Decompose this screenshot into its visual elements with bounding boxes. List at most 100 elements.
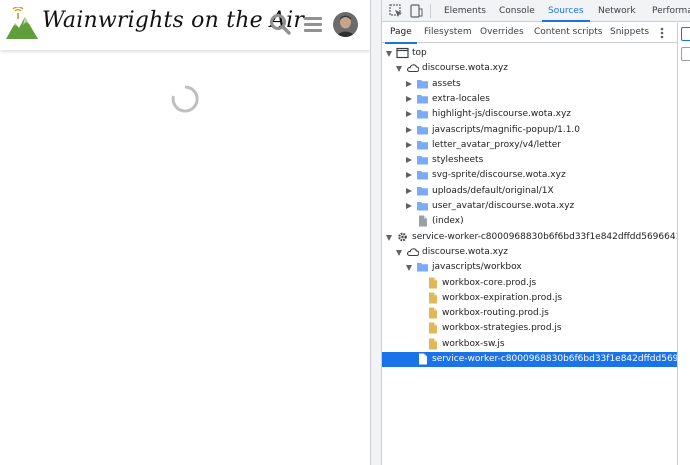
subtab-filesystem[interactable]: Filesystem <box>424 23 472 43</box>
device-toolbar-icon[interactable] <box>409 4 423 18</box>
tab-network[interactable]: Network <box>598 0 636 22</box>
cloud-icon <box>406 62 420 74</box>
toggle-navigator-button[interactable] <box>681 27 690 41</box>
tree-item-label: workbox-expiration.prod.js <box>442 292 563 303</box>
folder-icon <box>416 78 429 90</box>
tree-row[interactable]: javascripts/workbox <box>382 260 677 275</box>
expand-down-triangle-icon[interactable] <box>406 265 412 272</box>
site-title[interactable]: Wainwrights on the Air <box>42 8 304 33</box>
tree-row[interactable]: workbox-sw.js <box>382 337 677 352</box>
tree-row[interactable]: stylesheets <box>382 153 677 168</box>
tree-item-label: (index) <box>432 216 464 227</box>
tree-row[interactable]: workbox-expiration.prod.js <box>382 291 677 306</box>
subtab-content-scripts[interactable]: Content scripts <box>534 23 602 43</box>
subtab-page[interactable]: Page <box>385 23 417 44</box>
document-icon <box>416 215 429 227</box>
toolbar-separator <box>430 4 431 18</box>
tree-row[interactable]: user_avatar/discourse.wota.xyz <box>382 199 677 214</box>
collapsed-triangle-icon[interactable] <box>406 80 412 87</box>
collapsed-triangle-icon[interactable] <box>406 95 412 102</box>
expand-down-triangle-icon[interactable] <box>396 249 402 256</box>
tree-row[interactable]: workbox-strategies.prod.js <box>382 321 677 336</box>
inspect-element-icon[interactable] <box>389 4 403 18</box>
tree-row[interactable]: service-worker-c8000968830b6f6bd33f1e842… <box>382 352 677 367</box>
file-navigator-tree: top discourse.wota.xyz assets extra-locales… <box>382 44 677 465</box>
tree-item-label: assets <box>432 78 461 89</box>
tab-sources[interactable]: Sources <box>542 0 590 22</box>
collapsed-triangle-icon[interactable] <box>406 111 412 118</box>
tree-row[interactable]: highlight-js/discourse.wota.xyz <box>382 107 677 122</box>
tree-item-label: javascripts/workbox <box>432 262 522 273</box>
pane-divider[interactable] <box>370 0 382 465</box>
folder-icon <box>416 154 429 166</box>
tree-item-label: discourse.wota.xyz <box>422 246 508 257</box>
tree-row[interactable]: discourse.wota.xyz <box>382 245 677 260</box>
tab-elements[interactable]: Elements <box>444 0 486 22</box>
collapsed-triangle-icon[interactable] <box>406 141 412 148</box>
expand-down-triangle-icon[interactable] <box>396 66 402 73</box>
tree-row[interactable]: workbox-routing.prod.js <box>382 306 677 321</box>
script-file-icon <box>426 277 439 289</box>
tree-row[interactable]: svg-sprite/discourse.wota.xyz <box>382 168 677 183</box>
cloud-icon <box>406 246 420 258</box>
tree-item-label: service-worker-c8000968830b6f6bd33f1e842… <box>432 354 677 364</box>
site-header: Wainwrights on the Air <box>0 0 370 50</box>
tree-item-label: discourse.wota.xyz <box>422 63 508 74</box>
tree-row[interactable]: javascripts/magnific-popup/1.1.0 <box>382 123 677 138</box>
mountain-radio-logo-icon[interactable] <box>6 7 38 41</box>
tree-item-label: extra-locales <box>432 93 490 104</box>
script-file-icon <box>426 322 439 334</box>
user-avatar[interactable] <box>333 12 358 37</box>
collapsed-triangle-icon[interactable] <box>406 203 412 209</box>
frame-icon <box>396 47 409 59</box>
tree-row[interactable]: top <box>382 46 677 61</box>
screen: Wainwrights on the Air Elements Console … <box>0 0 690 465</box>
tree-item-label: highlight-js/discourse.wota.xyz <box>432 109 572 120</box>
tree-item-label: workbox-sw.js <box>442 338 505 349</box>
script-file-icon <box>426 338 439 350</box>
collapsed-triangle-icon[interactable] <box>406 157 412 164</box>
tree-row[interactable]: uploads/default/original/1X <box>382 184 677 199</box>
tree-row[interactable]: letter_avatar_proxy/v4/letter <box>382 138 677 153</box>
expand-down-triangle-icon[interactable] <box>386 234 392 241</box>
more-options-icon[interactable] <box>657 26 667 40</box>
collapsed-triangle-icon[interactable] <box>406 172 412 179</box>
tree-item-label: workbox-core.prod.js <box>442 277 537 288</box>
folder-icon <box>416 139 429 151</box>
tree-row[interactable]: assets <box>382 77 677 92</box>
tree-row[interactable]: extra-locales <box>382 92 677 107</box>
folder-icon <box>416 108 429 120</box>
folder-icon <box>416 169 429 181</box>
tree-item-label: javascripts/magnific-popup/1.1.0 <box>432 124 581 135</box>
tree-item-label: service-worker-c8000968830b6f6bd33f1e842… <box>412 231 677 242</box>
tab-performance[interactable]: Performance <box>652 0 690 22</box>
folder-icon <box>416 93 429 105</box>
tree-row[interactable]: discourse.wota.xyz <box>382 61 677 76</box>
tree-item-label: svg-sprite/discourse.wota.xyz <box>432 170 566 181</box>
sources-navigator-tabs: Page Filesystem Overrides Content script… <box>382 23 677 44</box>
search-icon[interactable] <box>268 12 292 36</box>
tab-console[interactable]: Console <box>499 0 535 22</box>
tree-row[interactable]: (index) <box>382 214 677 229</box>
tree-row[interactable]: workbox-core.prod.js <box>382 276 677 291</box>
editor-edge-panel <box>677 23 690 465</box>
script-file-icon <box>426 292 439 304</box>
tree-item-label: letter_avatar_proxy/v4/letter <box>432 139 561 150</box>
script-file-icon <box>426 307 439 319</box>
subtab-snippets[interactable]: Snippets <box>610 23 649 43</box>
editor-tab-button[interactable] <box>681 47 690 61</box>
folder-icon <box>416 261 429 273</box>
tree-row[interactable]: service-worker-c8000968830b6f6bd33f1e842… <box>382 230 677 245</box>
devtools-tabbar: Elements Console Sources Network Perform… <box>382 0 690 22</box>
subtab-overrides[interactable]: Overrides <box>480 23 524 43</box>
collapsed-triangle-icon[interactable] <box>406 187 412 194</box>
hamburger-menu-icon[interactable] <box>301 12 325 36</box>
tree-item-label: workbox-routing.prod.js <box>442 308 549 319</box>
tree-item-label: stylesheets <box>432 155 484 166</box>
expand-down-triangle-icon[interactable] <box>386 51 392 57</box>
website-viewport: Wainwrights on the Air <box>0 0 370 465</box>
tree-item-label: uploads/default/original/1X <box>432 185 554 196</box>
collapsed-triangle-icon[interactable] <box>406 126 412 133</box>
tree-item-label: user_avatar/discourse.wota.xyz <box>432 201 575 211</box>
document-icon <box>416 353 429 365</box>
